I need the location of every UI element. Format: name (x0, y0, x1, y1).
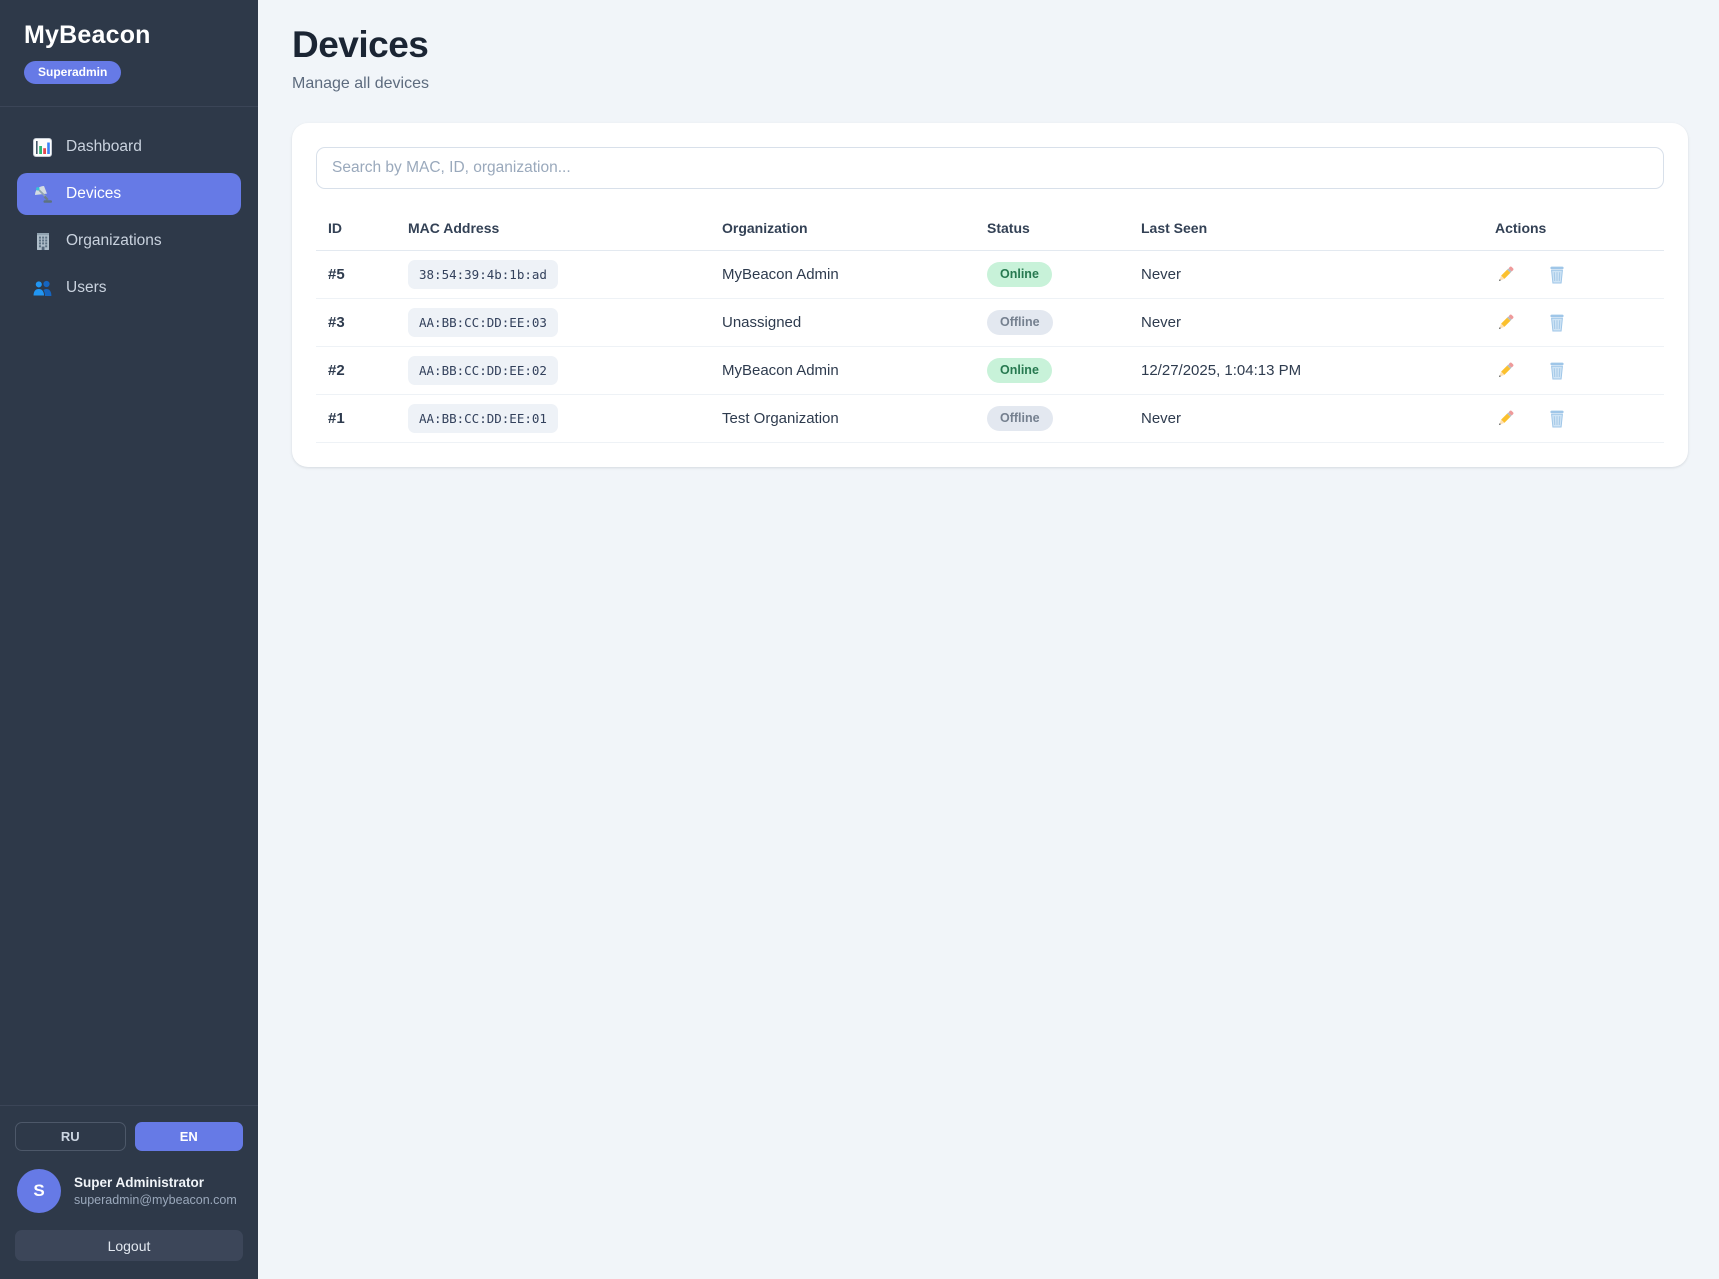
sidebar-footer: RU EN S Super Administrator superadmin@m… (0, 1105, 258, 1279)
device-id: #3 (316, 299, 396, 347)
status-badge: Offline (987, 406, 1053, 431)
devices-card: ID MAC Address Organization Status Last … (292, 123, 1688, 467)
column-header-mac: MAC Address (396, 195, 710, 251)
delete-button[interactable] (1547, 408, 1567, 429)
device-mac: AA:BB:CC:DD:EE:02 (408, 356, 558, 385)
device-last-seen: Never (1129, 251, 1483, 299)
delete-button[interactable] (1547, 312, 1567, 333)
logout-button[interactable]: Logout (15, 1230, 243, 1261)
device-organization: MyBeacon Admin (710, 251, 975, 299)
language-switcher: RU EN (15, 1122, 243, 1151)
edit-button[interactable] (1495, 312, 1516, 333)
avatar: S (17, 1169, 61, 1213)
sidebar-item-devices[interactable]: Devices (17, 173, 241, 215)
device-mac: AA:BB:CC:DD:EE:01 (408, 404, 558, 433)
sidebar-item-label: Dashboard (66, 138, 142, 156)
language-en-button[interactable]: EN (135, 1122, 244, 1151)
device-last-seen: Never (1129, 395, 1483, 443)
table-row: #1 AA:BB:CC:DD:EE:01 Test Organization O… (316, 395, 1664, 443)
app-root: MyBeacon Superadmin Dashboard (0, 0, 1719, 1279)
status-badge: Online (987, 358, 1052, 383)
sidebar: MyBeacon Superadmin Dashboard (0, 0, 258, 1279)
edit-button[interactable] (1495, 360, 1516, 381)
device-organization: Unassigned (710, 299, 975, 347)
sidebar-item-dashboard[interactable]: Dashboard (17, 126, 241, 168)
search-input[interactable] (316, 147, 1664, 189)
user-email: superadmin@mybeacon.com (74, 1193, 237, 1207)
page-title: Devices (292, 24, 1688, 66)
column-header-last-seen: Last Seen (1129, 195, 1483, 251)
sidebar-nav: Dashboard Devices (0, 107, 258, 333)
device-last-seen: Never (1129, 299, 1483, 347)
device-id: #2 (316, 347, 396, 395)
sidebar-item-users[interactable]: Users (17, 267, 241, 309)
edit-button[interactable] (1495, 408, 1516, 429)
satellite-icon (32, 184, 53, 205)
status-badge: Online (987, 262, 1052, 287)
app-title: MyBeacon (24, 21, 234, 50)
superadmin-badge: Superadmin (24, 61, 121, 84)
page-subtitle: Manage all devices (292, 75, 1688, 93)
edit-button[interactable] (1495, 264, 1516, 285)
column-header-status: Status (975, 195, 1129, 251)
device-mac: 38:54:39:4b:1b:ad (408, 260, 558, 289)
language-ru-button[interactable]: RU (15, 1122, 126, 1151)
sidebar-item-label: Users (66, 279, 106, 297)
table-row: #3 AA:BB:CC:DD:EE:03 Unassigned Offline … (316, 299, 1664, 347)
building-icon (32, 231, 53, 252)
column-header-id: ID (316, 195, 396, 251)
device-mac: AA:BB:CC:DD:EE:03 (408, 308, 558, 337)
delete-button[interactable] (1547, 360, 1567, 381)
device-organization: Test Organization (710, 395, 975, 443)
status-badge: Offline (987, 310, 1053, 335)
device-organization: MyBeacon Admin (710, 347, 975, 395)
table-row: #2 AA:BB:CC:DD:EE:02 MyBeacon Admin Onli… (316, 347, 1664, 395)
user-meta: Super Administrator superadmin@mybeacon.… (74, 1175, 237, 1207)
table-header-row: ID MAC Address Organization Status Last … (316, 195, 1664, 251)
sidebar-item-label: Devices (66, 185, 121, 203)
device-last-seen: 12/27/2025, 1:04:13 PM (1129, 347, 1483, 395)
bar-chart-icon (32, 137, 53, 158)
column-header-actions: Actions (1483, 195, 1664, 251)
delete-button[interactable] (1547, 264, 1567, 285)
main-content: Devices Manage all devices ID MAC Addres… (258, 0, 1719, 1279)
user-info: S Super Administrator superadmin@mybeaco… (15, 1169, 243, 1213)
sidebar-item-organizations[interactable]: Organizations (17, 220, 241, 262)
devices-table: ID MAC Address Organization Status Last … (316, 195, 1664, 443)
sidebar-item-label: Organizations (66, 232, 162, 250)
device-id: #1 (316, 395, 396, 443)
column-header-organization: Organization (710, 195, 975, 251)
sidebar-header: MyBeacon Superadmin (0, 0, 258, 107)
table-row: #5 38:54:39:4b:1b:ad MyBeacon Admin Onli… (316, 251, 1664, 299)
user-name: Super Administrator (74, 1175, 237, 1190)
device-id: #5 (316, 251, 396, 299)
users-icon (32, 278, 53, 299)
